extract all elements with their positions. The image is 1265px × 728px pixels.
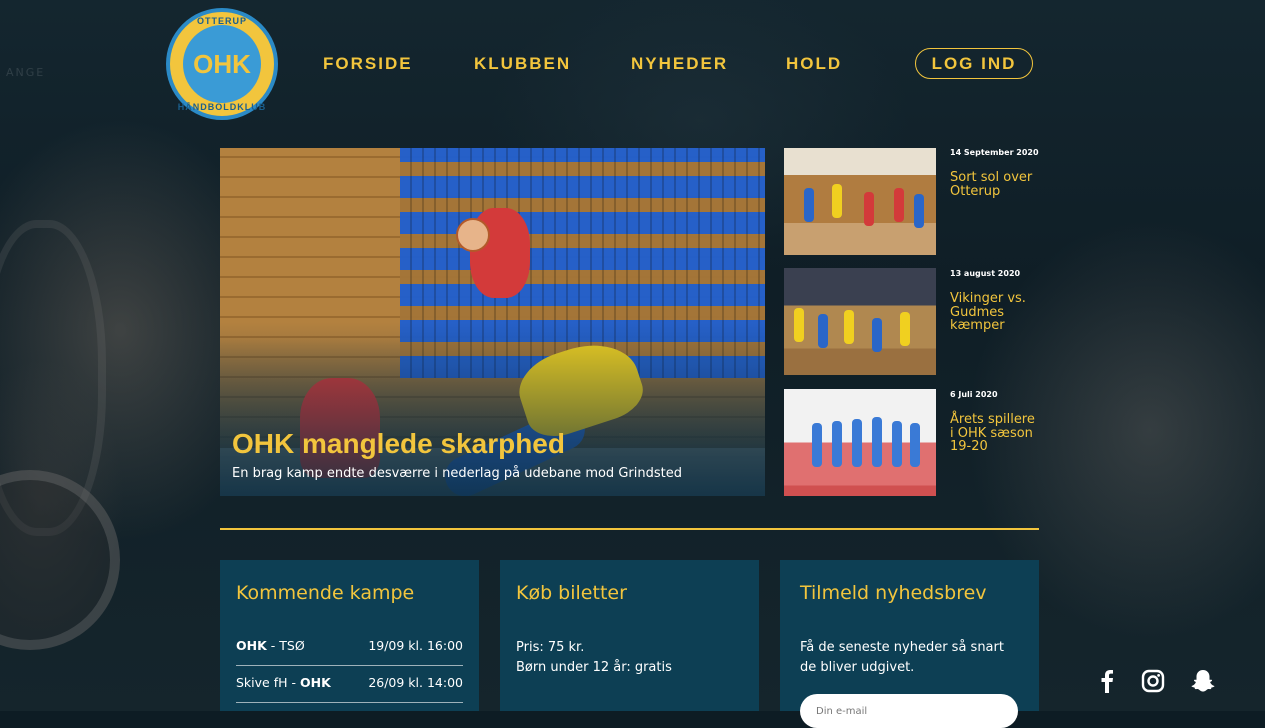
ticket-price: Pris: 75 kr. bbox=[516, 640, 585, 655]
news-title[interactable]: Årets spillere i OHK sæson 19-20 bbox=[950, 413, 1040, 454]
photo-figure bbox=[804, 188, 814, 222]
photo-figure bbox=[832, 184, 842, 218]
news-thumbnail[interactable] bbox=[784, 389, 936, 496]
snapchat-icon[interactable] bbox=[1190, 668, 1216, 694]
photo-figure bbox=[900, 312, 910, 346]
photo-figure bbox=[892, 421, 902, 467]
card-title: Kommende kampe bbox=[236, 582, 415, 604]
news-date: 14 September 2020 bbox=[950, 148, 1039, 157]
club-logo[interactable]: OTTERUP OHK HÅNDBOLDKLUB bbox=[166, 8, 278, 120]
section-divider bbox=[220, 528, 1039, 530]
news-title[interactable]: Sort sol over Otterup bbox=[950, 171, 1040, 198]
match-teams: OHK - TSØ bbox=[236, 638, 305, 653]
nav-item-nyheder[interactable]: NYHEDER bbox=[631, 54, 728, 74]
background-banner-text: ANGE bbox=[6, 66, 46, 79]
hero-title: OHK manglede skarphed bbox=[232, 428, 565, 459]
photo-figure bbox=[852, 419, 862, 467]
logo-ring-top-text: OTTERUP bbox=[196, 16, 247, 26]
photo-figure bbox=[818, 314, 828, 348]
hero-article[interactable]: OHK manglede skarphed En brag kamp endte… bbox=[220, 148, 765, 496]
match-row[interactable]: Skive fH - OHK 26/09 kl. 14:00 bbox=[236, 666, 463, 703]
news-thumbnail[interactable] bbox=[784, 148, 936, 255]
newsletter-card: Tilmeld nyhedsbrev Få de seneste nyheder… bbox=[780, 560, 1039, 728]
upcoming-matches-card: Kommende kampe OHK - TSØ 19/09 kl. 16:00… bbox=[220, 560, 479, 711]
match-row[interactable]: OHK - TSØ 19/09 kl. 16:00 bbox=[236, 629, 463, 666]
news-thumbnail[interactable] bbox=[784, 268, 936, 375]
nav-item-forside[interactable]: FORSIDE bbox=[323, 54, 413, 74]
logo-ring-bottom-text: HÅNDBOLDKLUB bbox=[177, 102, 267, 112]
ticket-child-price: Børn under 12 år: gratis bbox=[516, 660, 672, 675]
news-date: 13 august 2020 bbox=[950, 269, 1021, 278]
facebook-icon[interactable] bbox=[1094, 668, 1120, 694]
photo-figure bbox=[894, 188, 904, 222]
login-button[interactable]: LOG IND bbox=[915, 48, 1033, 79]
photo-figure bbox=[832, 421, 842, 467]
nav-item-klubben[interactable]: KLUBBEN bbox=[474, 54, 571, 74]
newsletter-line: de bliver udgivet. bbox=[800, 660, 915, 675]
card-title: Tilmeld nyhedsbrev bbox=[800, 582, 987, 604]
card-title: Køb biletter bbox=[516, 582, 627, 604]
photo-figure bbox=[910, 423, 920, 467]
photo-figure bbox=[844, 310, 854, 344]
photo-figure bbox=[794, 308, 804, 342]
logo-center: OHK bbox=[180, 22, 264, 106]
newsletter-description: Få de seneste nyheder så snart de bliver… bbox=[800, 638, 1004, 678]
ticket-info: Pris: 75 kr. Børn under 12 år: gratis bbox=[516, 638, 672, 678]
photo-figure bbox=[872, 417, 882, 467]
match-teams: Skive fH - OHK bbox=[236, 675, 331, 690]
news-title[interactable]: Vikinger vs. Gudmes kæmper bbox=[950, 292, 1040, 333]
photo-figure bbox=[914, 194, 924, 228]
photo-figure bbox=[812, 423, 822, 467]
instagram-icon[interactable] bbox=[1140, 668, 1166, 694]
news-date: 6 Juli 2020 bbox=[950, 390, 998, 399]
email-input[interactable] bbox=[800, 694, 1018, 728]
match-date: 19/09 kl. 16:00 bbox=[368, 638, 463, 653]
newsletter-line: Få de seneste nyheder så snart bbox=[800, 640, 1004, 655]
photo-figure bbox=[872, 318, 882, 352]
hero-subtitle: En brag kamp endte desværre i nederlag p… bbox=[232, 466, 682, 481]
match-date: 26/09 kl. 14:00 bbox=[368, 675, 463, 690]
photo-figure bbox=[864, 192, 874, 226]
tickets-card[interactable]: Køb biletter Pris: 75 kr. Børn under 12 … bbox=[500, 560, 759, 711]
nav-item-hold[interactable]: HOLD bbox=[786, 54, 842, 74]
